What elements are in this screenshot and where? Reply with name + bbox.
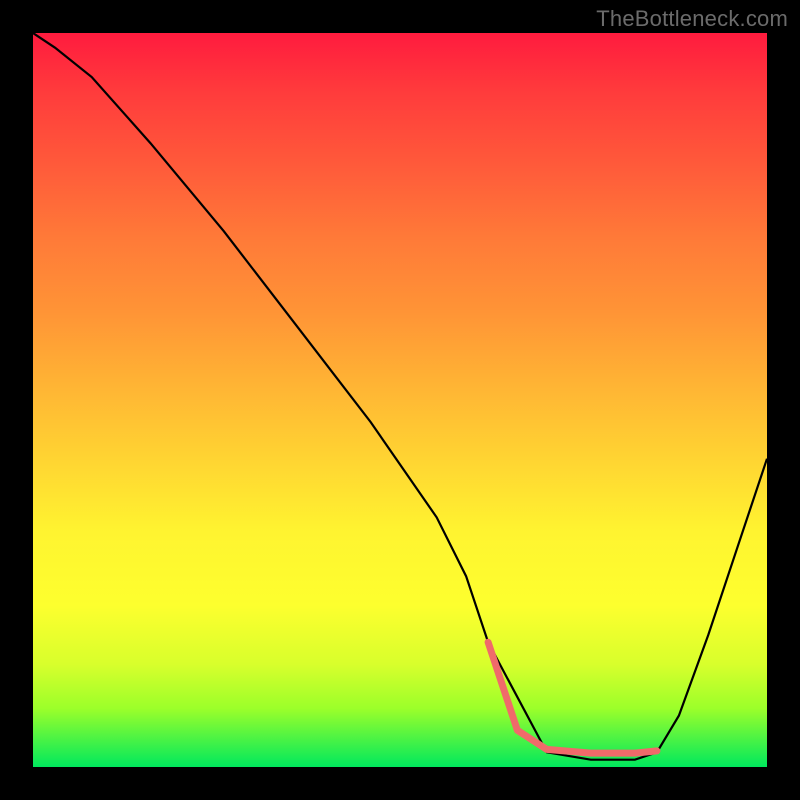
main-curve: [33, 33, 767, 760]
watermark-text: TheBottleneck.com: [596, 6, 788, 32]
valley-highlight: [488, 642, 657, 753]
chart-svg: [33, 33, 767, 767]
chart-container: TheBottleneck.com: [0, 0, 800, 800]
